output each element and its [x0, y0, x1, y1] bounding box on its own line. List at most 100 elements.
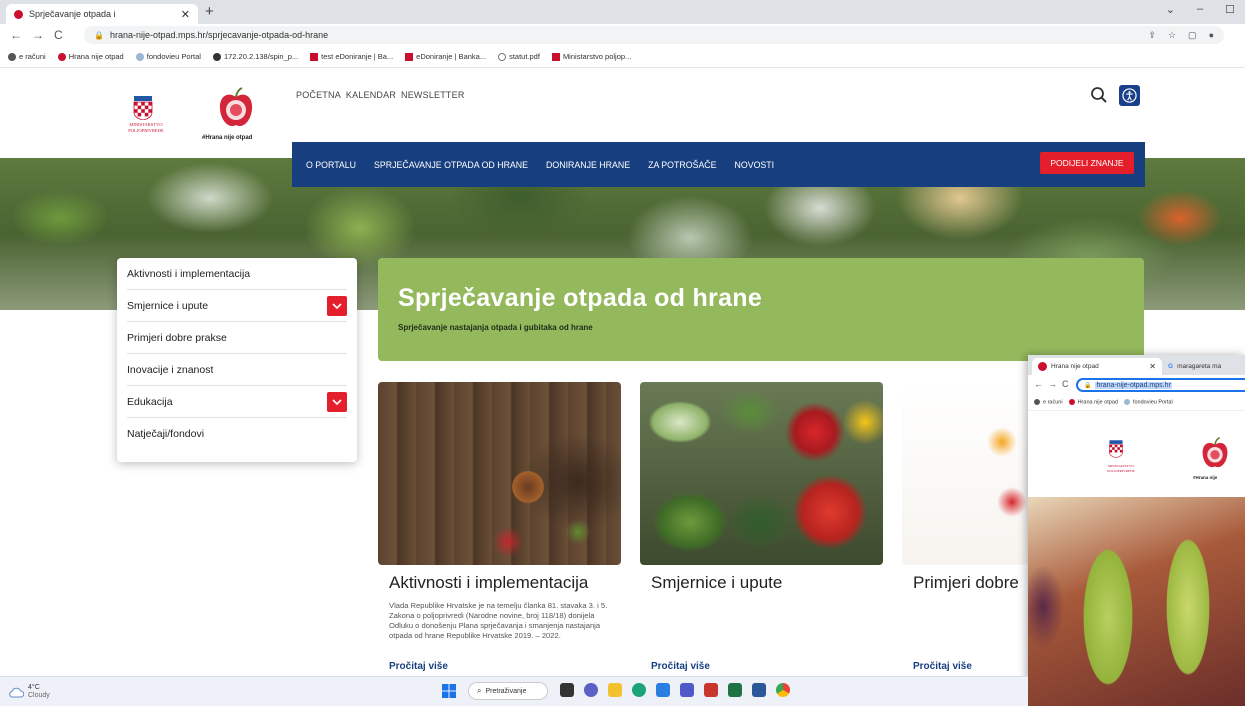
- brand-name: #Hrana nije: [1193, 475, 1218, 480]
- card-guidelines[interactable]: Smjernice i upute Pročitaj više: [640, 382, 883, 682]
- top-nav-home[interactable]: POČETNA: [296, 90, 341, 100]
- taskbar-search[interactable]: ⌕ Pretraživanje: [468, 682, 548, 700]
- read-more-link[interactable]: Pročitaj više: [913, 661, 972, 672]
- forward-icon[interactable]: →: [32, 28, 44, 42]
- search-label: Pretraživanje: [485, 687, 527, 695]
- card-activities[interactable]: Aktivnosti i implementacija Vlada Republ…: [378, 382, 621, 682]
- bookmark-item[interactable]: eDoniranje | Banka...: [405, 52, 486, 61]
- forward-icon[interactable]: →: [1048, 379, 1057, 389]
- url-text: hrana-nije-otpad.mps.hr: [1095, 381, 1172, 389]
- excel-icon[interactable]: [728, 683, 742, 697]
- outlook-icon[interactable]: [656, 683, 670, 697]
- close-tab-icon[interactable]: ✕: [181, 8, 190, 21]
- bookmarks-bar: e računi Hrana nije otpad fondovieu Port…: [0, 46, 1245, 68]
- address-row: ← → C 🔒 hrana-nije-otpad.mps.hr: [1028, 375, 1245, 395]
- top-nav-calendar[interactable]: KALENDAR: [346, 90, 396, 100]
- minimize-button[interactable]: –: [1197, 3, 1203, 16]
- bookmarks-bar: e računi Hrana nije otpad fondovieu Port…: [1028, 395, 1245, 411]
- maximize-button[interactable]: ☐: [1225, 3, 1235, 16]
- bookmark-label: e računi: [19, 51, 46, 61]
- nav-food-donation[interactable]: DONIRANJE HRANE: [546, 160, 630, 170]
- sidebar-item-activities[interactable]: Aktivnosti i implementacija: [127, 258, 347, 290]
- browser-tab-active[interactable]: Hrana nije otpad ✕: [1032, 358, 1162, 375]
- sidebar-item-education[interactable]: Edukacija: [127, 386, 347, 418]
- back-icon[interactable]: ←: [10, 28, 22, 42]
- profile-icon[interactable]: ●: [1209, 30, 1214, 41]
- tab-title: Sprječavanje otpada i: [29, 9, 116, 19]
- share-icon[interactable]: ⇪: [1148, 30, 1156, 41]
- new-tab-button[interactable]: +: [205, 3, 214, 20]
- chrome-icon[interactable]: [776, 683, 790, 697]
- close-tab-icon[interactable]: ✕: [1149, 362, 1156, 371]
- bookmark-item[interactable]: test eDoniranje | Ba...: [310, 52, 393, 61]
- apple-logo-icon[interactable]: [1200, 437, 1230, 471]
- address-bar[interactable]: 🔒 hrana-nije-otpad.mps.hr/sprjecavanje-o…: [84, 26, 1224, 44]
- word-icon[interactable]: [752, 683, 766, 697]
- sidebar-item-good-practice[interactable]: Primjeri dobre prakse: [127, 322, 347, 354]
- powerpoint-icon[interactable]: [704, 683, 718, 697]
- temperature: 4°C: [28, 684, 40, 691]
- sidebar-item-funds[interactable]: Natječaji/fondovi: [127, 418, 347, 450]
- bookmark-item[interactable]: statut.pdf: [498, 52, 540, 61]
- bookmark-label: Hrana nije otpad: [1077, 399, 1118, 406]
- card-text: Vlada Republike Hrvatske je na temelju č…: [389, 601, 608, 640]
- bookmark-label: Ministarstvo poljop...: [562, 51, 632, 61]
- url-text: hrana-nije-otpad.mps.hr/sprjecavanje-otp…: [109, 30, 329, 40]
- bookmark-label: fondovieu Portal: [146, 51, 201, 61]
- croatian-crest-icon[interactable]: [132, 96, 154, 120]
- weather-widget[interactable]: 4°C Cloudy: [8, 684, 50, 700]
- card-good-practice[interactable]: Primjeri dobre Pročitaj više: [902, 382, 1028, 682]
- nav-news[interactable]: NOVOSTI: [735, 160, 775, 170]
- bookmark-item[interactable]: fondovieu Portal: [135, 51, 201, 61]
- tab-title: maragareta ma: [1177, 363, 1222, 370]
- reload-icon[interactable]: C: [54, 28, 63, 42]
- bookmark-item[interactable]: e računi: [1034, 399, 1063, 406]
- chevron-down-icon[interactable]: [327, 392, 347, 412]
- sidebar-item-guidelines[interactable]: Smjernice i upute: [127, 290, 347, 322]
- top-nav-newsletter[interactable]: NEWSLETTER: [401, 90, 465, 100]
- search-icon[interactable]: [1090, 86, 1108, 104]
- accessibility-button[interactable]: [1119, 85, 1140, 106]
- reload-icon[interactable]: C: [1062, 379, 1069, 389]
- bookmark-star-icon[interactable]: ☆: [1168, 30, 1176, 41]
- browser-tab[interactable]: G maragareta ma: [1168, 358, 1245, 375]
- share-knowledge-button[interactable]: PODIJELI ZNANJE: [1040, 152, 1134, 174]
- ministry-name: MINISTARSTVO POLJOPRIVREDE: [1096, 464, 1146, 473]
- bookmark-item[interactable]: Hrana nije otpad: [1068, 399, 1118, 406]
- edge-icon[interactable]: [632, 683, 646, 697]
- bookmark-item[interactable]: fondovieu Portal: [1123, 399, 1173, 406]
- top-nav: POČETNA KALENDAR NEWSLETTER: [296, 90, 465, 100]
- nav-waste-prevention[interactable]: SPRJEČAVANJE OTPADA OD HRANE: [374, 160, 528, 170]
- file-explorer-icon[interactable]: [608, 683, 622, 697]
- bookmark-item[interactable]: Hrana nije otpad: [57, 51, 124, 61]
- bookmark-icon: [1034, 399, 1040, 406]
- ministry-line: POLJOPRIVREDE: [128, 128, 164, 133]
- nav-about[interactable]: O PORTALU: [306, 160, 356, 170]
- card-title: Primjeri dobre: [913, 573, 1019, 592]
- read-more-link[interactable]: Pročitaj više: [389, 661, 448, 672]
- sidebar-item-innovation[interactable]: Inovacije i znanost: [127, 354, 347, 386]
- tab-search-icon[interactable]: ⌄: [1166, 3, 1175, 16]
- bookmark-label: test eDoniranje | Ba...: [321, 51, 394, 61]
- bookmark-item[interactable]: 172.20.2.138/spin_p...: [212, 52, 298, 61]
- bookmark-item[interactable]: e računi: [8, 52, 46, 61]
- read-more-link[interactable]: Pročitaj više: [651, 661, 710, 672]
- bookmark-label: Hrana nije otpad: [68, 51, 124, 61]
- chevron-down-icon[interactable]: [327, 296, 347, 316]
- windows-start-icon[interactable]: [442, 684, 456, 698]
- address-bar[interactable]: 🔒 hrana-nije-otpad.mps.hr: [1076, 378, 1245, 392]
- task-view-icon[interactable]: [560, 683, 574, 697]
- bookmark-label: eDoniranje | Banka...: [416, 51, 487, 61]
- extensions-icon[interactable]: ▢: [1188, 30, 1197, 41]
- bookmark-item[interactable]: Ministarstvo poljop...: [551, 51, 632, 61]
- second-browser-window[interactable]: Hrana nije otpad ✕ G maragareta ma ← → C…: [1028, 355, 1245, 706]
- back-icon[interactable]: ←: [1034, 379, 1043, 389]
- globe-icon: [498, 53, 507, 61]
- browser-tab-active[interactable]: Sprječavanje otpada i ✕: [6, 4, 198, 24]
- apple-logo-icon[interactable]: [217, 87, 255, 131]
- croatian-crest-icon[interactable]: [1108, 440, 1124, 458]
- nav-consumers[interactable]: ZA POTROŠAČE: [648, 160, 716, 170]
- teams-icon[interactable]: [680, 683, 694, 697]
- chat-icon[interactable]: [584, 683, 598, 697]
- card-image: [640, 382, 883, 565]
